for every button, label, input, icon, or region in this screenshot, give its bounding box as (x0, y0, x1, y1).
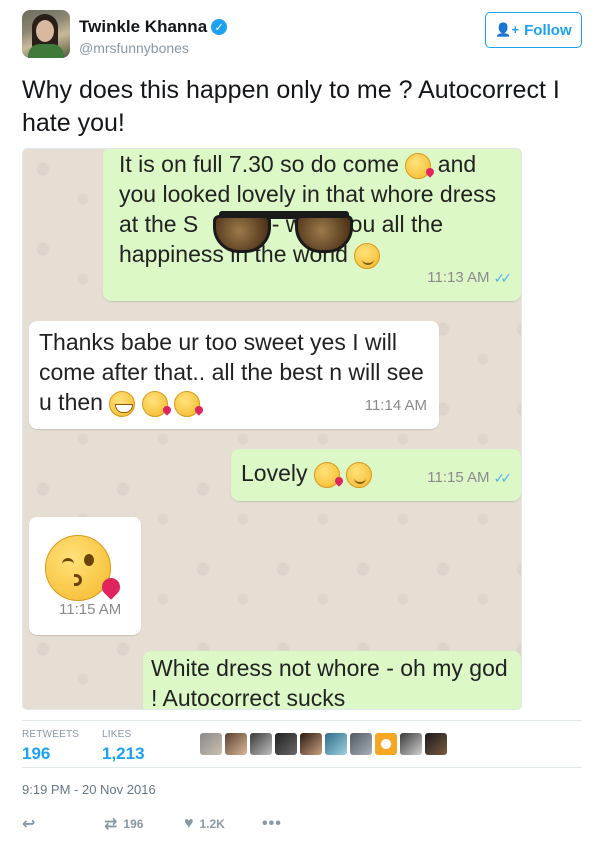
follow-button-label: Follow (524, 21, 572, 39)
liker-avatar[interactable] (300, 733, 322, 755)
tweet-text: Why does this happen only to me ? Autoco… (22, 76, 560, 137)
read-receipt-icon: ✓✓ (493, 470, 513, 486)
retweets-count: 196 (22, 744, 51, 763)
tweet-media-image[interactable]: It is on full 7.30 so do come and you lo… (22, 148, 522, 710)
reply-button[interactable]: ↩ (22, 814, 35, 834)
likes-count: 1,213 (102, 744, 145, 763)
liker-avatar[interactable] (200, 733, 222, 755)
liker-avatar[interactable] (425, 733, 447, 755)
chat-bubble-incoming: 11:15 AM (29, 517, 141, 635)
chat-message-text: Lovely (241, 458, 373, 488)
add-user-icon: 👤+ (495, 22, 520, 37)
grin-emoji-icon (109, 390, 136, 417)
retweets-label: RETWEETS (22, 729, 80, 740)
tweet-stats: RETWEETS 196 LIKES 1,213 (22, 720, 582, 768)
author-name[interactable]: Twinkle Khanna (79, 17, 207, 37)
tweet-actions: ↩ ⇄ 196 ♥ 1.2K ••• (22, 812, 422, 836)
message-time: 11:15 AM ✓✓ (427, 463, 513, 493)
liker-avatar[interactable] (375, 733, 397, 755)
liker-avatar[interactable] (350, 733, 372, 755)
kiss-emoji-icon (141, 390, 168, 417)
read-receipt-icon: ✓✓ (493, 270, 513, 286)
more-button[interactable]: ••• (262, 815, 282, 833)
message-time: 11:14 AM (364, 397, 427, 414)
tweet-timestamp[interactable]: 9:19 PM - 20 Nov 2016 (22, 782, 156, 797)
retweet-action-count: 196 (123, 817, 144, 831)
retweets-stat[interactable]: RETWEETS 196 (22, 729, 79, 764)
liker-avatar[interactable] (275, 733, 297, 755)
avatar[interactable] (22, 10, 70, 58)
kiss-emoji-icon (313, 461, 340, 488)
message-time: 11:15 AM (59, 601, 122, 618)
liker-avatar[interactable] (325, 733, 347, 755)
author-handle[interactable]: @mrsfunnybones (79, 40, 189, 56)
kiss-emoji-icon (174, 390, 201, 417)
big-kiss-emoji-icon (45, 535, 124, 601)
kiss-emoji-icon (405, 152, 432, 179)
chat-message-text: White dress not whore - oh my god ! Auto… (151, 655, 508, 710)
liker-avatar[interactable] (400, 733, 422, 755)
follow-button[interactable]: 👤+ Follow (485, 12, 582, 48)
author-name-row[interactable]: Twinkle Khanna ✓ (79, 17, 228, 37)
likes-label: LIKES (102, 729, 132, 740)
liker-avatar[interactable] (225, 733, 247, 755)
like-action-count: 1.2K (199, 817, 225, 831)
chat-bubble-outgoing: Lovely 11:15 AM ✓✓ (231, 449, 521, 501)
chat-bubble-outgoing: White dress not whore - oh my god ! Auto… (143, 651, 521, 710)
verified-badge-icon: ✓ (211, 19, 228, 35)
reply-icon: ↩ (22, 816, 36, 833)
message-time: 11:13 AM ✓✓ (427, 263, 513, 293)
liker-avatar[interactable] (250, 733, 272, 755)
sunglasses-sticker (209, 201, 359, 257)
more-dots-icon: ••• (262, 815, 282, 832)
chat-bubble-incoming: Thanks babe ur too sweet yes I will come… (29, 321, 439, 429)
smile-emoji-icon (346, 461, 373, 488)
retweet-button[interactable]: ⇄ 196 (104, 814, 143, 834)
likes-stat[interactable]: LIKES 1,213 (102, 729, 145, 764)
retweet-icon: ⇄ (104, 816, 118, 833)
heart-icon: ♥ (184, 815, 194, 832)
liker-avatars (200, 733, 447, 755)
like-button[interactable]: ♥ 1.2K (184, 815, 225, 833)
tweet-header: Twinkle Khanna ✓ @mrsfunnybones 👤+ Follo… (22, 10, 586, 60)
